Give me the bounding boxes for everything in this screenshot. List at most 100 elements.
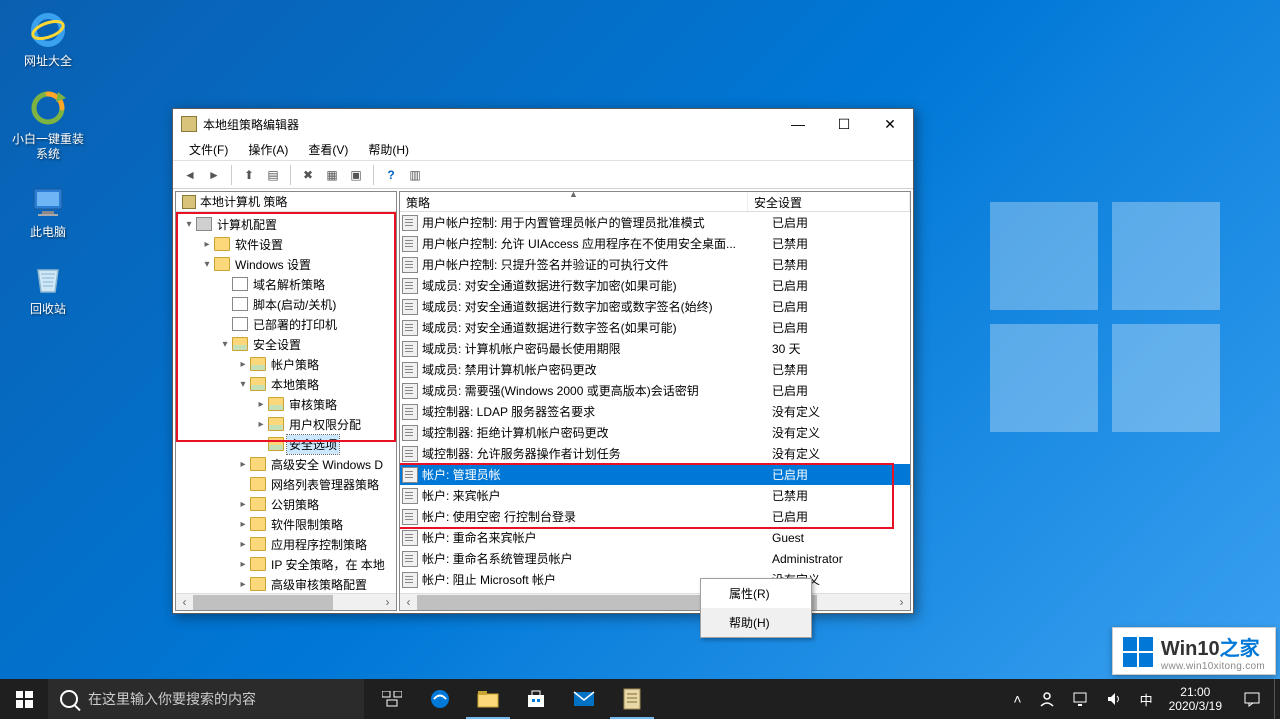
scroll-left-icon[interactable]: ‹ xyxy=(176,594,193,611)
chevron-right-icon[interactable]: ▸ xyxy=(236,499,250,510)
chevron-down-icon[interactable]: ▾ xyxy=(200,259,214,270)
chevron-right-icon[interactable]: ▸ xyxy=(236,519,250,530)
tree-node[interactable]: ▸已部署的打印机 xyxy=(176,314,396,334)
tree-body[interactable]: ▾计算机配置▸软件设置▾Windows 设置▸域名解析策略▸脚本(启动/关机)▸… xyxy=(176,212,396,593)
titlebar[interactable]: 本地组策略编辑器 — ☐ ✕ xyxy=(173,109,913,139)
menu-file[interactable]: 文件(F) xyxy=(181,139,236,160)
task-view-button[interactable] xyxy=(368,679,416,719)
chevron-right-icon[interactable]: ▸ xyxy=(236,459,250,470)
menu-view[interactable]: 查看(V) xyxy=(300,139,356,160)
menu-help[interactable]: 帮助(H) xyxy=(360,139,417,160)
back-button[interactable]: ◄ xyxy=(179,164,201,186)
table-row[interactable]: 域成员: 计算机帐户密码最长使用期限30 天 xyxy=(400,338,910,359)
tree-node[interactable]: ▸软件设置 xyxy=(176,234,396,254)
table-row[interactable]: 用户帐户控制: 只提升签名并验证的可执行文件已禁用 xyxy=(400,254,910,275)
tree-node[interactable]: ▸帐户策略 xyxy=(176,354,396,374)
taskbar-search[interactable]: 在这里输入你要搜索的内容 xyxy=(48,679,364,719)
tree-node[interactable]: ▸域名解析策略 xyxy=(176,274,396,294)
up-button[interactable]: ⬆ xyxy=(238,164,260,186)
table-row[interactable]: 帐户: 阻止 Microsoft 帐户没有定义 xyxy=(400,569,910,590)
tray-people-icon[interactable] xyxy=(1030,679,1064,719)
scroll-left-icon[interactable]: ‹ xyxy=(400,594,417,611)
chevron-down-icon[interactable]: ▾ xyxy=(182,219,196,230)
table-row[interactable]: 域成员: 对安全通道数据进行数字加密(如果可能)已启用 xyxy=(400,275,910,296)
help-button[interactable]: ? xyxy=(380,164,402,186)
tree-node[interactable]: ▸审核策略 xyxy=(176,394,396,414)
tree-node[interactable]: ▸安全选项 xyxy=(176,434,396,454)
column-security-setting[interactable]: 安全设置 xyxy=(748,192,910,211)
refresh-button[interactable]: ▥ xyxy=(404,164,426,186)
task-notepad[interactable] xyxy=(608,679,656,719)
show-hide-tree-button[interactable]: ▤ xyxy=(262,164,284,186)
tree-node[interactable]: ▸高级审核策略配置 xyxy=(176,574,396,593)
show-desktop-button[interactable] xyxy=(1274,679,1280,719)
table-row[interactable]: 帐户: 管理员帐已启用 xyxy=(400,464,910,485)
delete-button[interactable]: ✖ xyxy=(297,164,319,186)
table-row[interactable]: 域控制器: LDAP 服务器签名要求没有定义 xyxy=(400,401,910,422)
tree-node[interactable]: ▾安全设置 xyxy=(176,334,396,354)
chevron-right-icon[interactable]: ▸ xyxy=(236,539,250,550)
tree-node[interactable]: ▾本地策略 xyxy=(176,374,396,394)
desktop-icon-this-pc[interactable]: 此电脑 xyxy=(10,181,86,241)
chevron-right-icon[interactable]: ▸ xyxy=(236,559,250,570)
chevron-right-icon[interactable]: ▸ xyxy=(200,239,214,250)
table-row[interactable]: 域成员: 禁用计算机帐户密码更改已禁用 xyxy=(400,359,910,380)
tree-node[interactable]: ▸应用程序控制策略 xyxy=(176,534,396,554)
table-row[interactable]: 帐户: 重命名系统管理员帐户Administrator xyxy=(400,548,910,569)
chevron-right-icon[interactable]: ▸ xyxy=(254,419,268,430)
tray-network-icon[interactable] xyxy=(1064,679,1098,719)
maximize-button[interactable]: ☐ xyxy=(821,109,867,139)
table-row[interactable]: 域成员: 需要强(Windows 2000 或更高版本)会话密钥已启用 xyxy=(400,380,910,401)
tray-notifications-icon[interactable] xyxy=(1230,679,1274,719)
properties-button[interactable]: ▦ xyxy=(321,164,343,186)
tree-node[interactable]: ▾计算机配置 xyxy=(176,214,396,234)
table-row[interactable]: 帐户: 来宾帐户已禁用 xyxy=(400,485,910,506)
tree-node[interactable]: ▸软件限制策略 xyxy=(176,514,396,534)
table-row[interactable]: 域控制器: 拒绝计算机帐户密码更改没有定义 xyxy=(400,422,910,443)
table-row[interactable]: 用户帐户控制: 允许 UIAccess 应用程序在不使用安全桌面...已禁用 xyxy=(400,233,910,254)
chevron-down-icon[interactable]: ▾ xyxy=(218,339,232,350)
tree-node[interactable]: ▸IP 安全策略，在 本地 xyxy=(176,554,396,574)
tree-node[interactable]: ▸脚本(启动/关机) xyxy=(176,294,396,314)
list-hscrollbar[interactable]: ‹ › xyxy=(400,593,910,610)
tree-node[interactable]: ▾Windows 设置 xyxy=(176,254,396,274)
tray-chevron-up-icon[interactable]: ˄ xyxy=(1005,679,1029,719)
chevron-down-icon[interactable]: ▾ xyxy=(236,379,250,390)
forward-button[interactable]: ► xyxy=(203,164,225,186)
minimize-button[interactable]: — xyxy=(775,109,821,139)
task-explorer[interactable] xyxy=(464,679,512,719)
task-store[interactable] xyxy=(512,679,560,719)
table-row[interactable]: 用户帐户控制: 用于内置管理员帐户的管理员批准模式已启用 xyxy=(400,212,910,233)
table-row[interactable]: 帐户: 使用空密 行控制台登录已启用 xyxy=(400,506,910,527)
tree-node[interactable]: ▸用户权限分配 xyxy=(176,414,396,434)
desktop-icon-reinstall[interactable]: 小白一键重装系统 xyxy=(10,88,86,163)
table-row[interactable]: 帐户: 重命名来宾帐户Guest xyxy=(400,527,910,548)
task-mail[interactable] xyxy=(560,679,608,719)
tray-volume-icon[interactable] xyxy=(1098,679,1132,719)
desktop-icon-browser[interactable]: 网址大全 xyxy=(10,10,86,70)
tree-node[interactable]: ▸高级安全 Windows D xyxy=(176,454,396,474)
table-row[interactable]: 域成员: 对安全通道数据进行数字加密或数字签名(始终)已启用 xyxy=(400,296,910,317)
start-button[interactable] xyxy=(0,679,48,719)
chevron-right-icon[interactable]: ▸ xyxy=(236,579,250,590)
chevron-right-icon[interactable]: ▸ xyxy=(236,359,250,370)
desktop-icon-recycle-bin[interactable]: 回收站 xyxy=(10,258,86,318)
tray-ime-icon[interactable]: 中 xyxy=(1132,679,1161,719)
menu-action[interactable]: 操作(A) xyxy=(240,139,296,160)
task-edge[interactable] xyxy=(416,679,464,719)
column-policy[interactable]: ▲策略 xyxy=(400,192,748,211)
scroll-right-icon[interactable]: › xyxy=(893,594,910,611)
tree-node[interactable]: ▸公钥策略 xyxy=(176,494,396,514)
export-button[interactable]: ▣ xyxy=(345,164,367,186)
tree-hscrollbar[interactable]: ‹ › xyxy=(176,593,396,610)
scroll-right-icon[interactable]: › xyxy=(379,594,396,611)
tree-node[interactable]: ▸网络列表管理器策略 xyxy=(176,474,396,494)
chevron-right-icon[interactable]: ▸ xyxy=(254,399,268,410)
context-menu-help[interactable]: 帮助(H) xyxy=(701,608,811,637)
tray-clock[interactable]: 21:00 2020/3/19 xyxy=(1161,685,1230,714)
context-menu-properties[interactable]: 属性(R) xyxy=(701,579,811,608)
close-button[interactable]: ✕ xyxy=(867,109,913,139)
list-body[interactable]: 用户帐户控制: 用于内置管理员帐户的管理员批准模式已启用用户帐户控制: 允许 U… xyxy=(400,212,910,593)
table-row[interactable]: 域控制器: 允许服务器操作者计划任务没有定义 xyxy=(400,443,910,464)
table-row[interactable]: 域成员: 对安全通道数据进行数字签名(如果可能)已启用 xyxy=(400,317,910,338)
